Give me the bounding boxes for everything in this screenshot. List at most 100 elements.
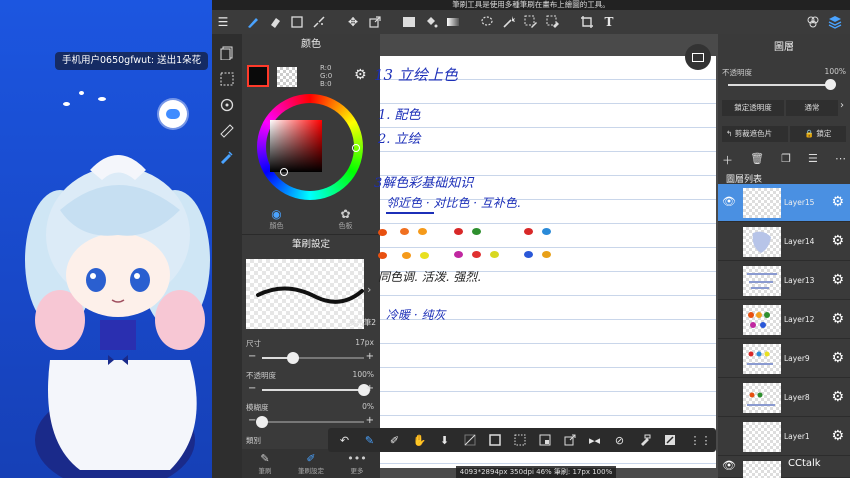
tab-brush[interactable]: ✎ 筆刷 [242, 449, 288, 478]
layer-row[interactable]: Layer8 ⚙ [718, 379, 850, 417]
layer-row[interactable]: 👁 Layer15 ⚙ [718, 184, 850, 222]
chat-bubble-icon[interactable] [159, 100, 187, 128]
canvas-paper[interactable]: 13 立绘上色 1. 配色 2. 立绘 3解色彩基础知识 邻近色 · 对比色 ·… [374, 56, 716, 468]
plus-icon[interactable]: + [366, 383, 374, 394]
dotted-square-icon[interactable] [507, 429, 532, 451]
eye-icon[interactable]: 👁 [722, 195, 738, 211]
clipping-button[interactable]: ↰ 剪裁遮色片 [722, 126, 788, 142]
lock-icon: 🔒 [804, 129, 814, 138]
b-value: B:0 [320, 80, 332, 88]
paste-icon[interactable]: ⬇ [432, 429, 457, 451]
size-slider[interactable] [262, 352, 364, 364]
text-icon[interactable]: T [598, 11, 620, 33]
minus-icon[interactable]: − [248, 383, 256, 394]
eye-icon[interactable]: 👁 [722, 459, 738, 475]
more-icon[interactable]: ⋯ [835, 152, 846, 168]
gear-icon[interactable]: ⚙ [831, 428, 844, 444]
pen-icon[interactable]: ✐ [382, 429, 407, 451]
opacity-slider[interactable] [262, 384, 370, 396]
gear-icon[interactable]: ⚙ [831, 389, 844, 405]
tab-more[interactable]: ••• 更多 [334, 449, 380, 478]
opacity-slider-row: 不透明度 100% − + [246, 370, 376, 400]
flip-icon[interactable]: ▸◂ [582, 429, 607, 451]
main-color-swatch[interactable] [247, 65, 269, 87]
plus-icon[interactable]: + [366, 351, 374, 362]
rect-select-icon[interactable] [286, 11, 308, 33]
layer-row[interactable]: Layer1 ⚙ [718, 418, 850, 456]
brush-tabs: ✎ 筆刷 ✐ 筆刷設定 ••• 更多 [242, 449, 380, 478]
dot-square-icon[interactable] [532, 429, 557, 451]
layer-row[interactable]: Layer9 ⚙ [718, 340, 850, 378]
export-icon[interactable] [557, 429, 582, 451]
hand-icon[interactable]: ✋ [407, 429, 432, 451]
clear-icon[interactable] [457, 429, 482, 451]
grid-icon[interactable]: ⋮⋮ [688, 429, 713, 451]
ruler-icon[interactable] [212, 118, 242, 144]
transform-icon[interactable] [364, 11, 386, 33]
fill-color-icon[interactable] [398, 11, 420, 33]
navigator-icon[interactable] [212, 92, 242, 118]
color-picker-icon[interactable] [212, 144, 242, 170]
gear-icon[interactable]: ⚙ [831, 350, 844, 366]
snap-icon[interactable] [657, 429, 682, 451]
hue-handle[interactable] [352, 144, 360, 152]
layer-row[interactable]: Layer13 ⚙ [718, 262, 850, 300]
gear-icon[interactable]: ⚙ [354, 67, 367, 83]
lasso-icon[interactable] [476, 11, 498, 33]
gear-icon[interactable]: ⚙ [831, 272, 844, 288]
duplicate-layer-icon[interactable]: ❐ [781, 152, 791, 168]
layer-row[interactable]: Layer14 ⚙ [718, 223, 850, 261]
selection-icon[interactable] [212, 66, 242, 92]
delete-layer-icon[interactable]: 🗑 [750, 152, 764, 168]
saturation-value-square[interactable] [270, 120, 322, 172]
gear-icon[interactable]: ⚙ [831, 311, 844, 327]
more-icon: ••• [347, 452, 367, 465]
crop-icon[interactable] [576, 11, 598, 33]
blur-slider[interactable] [256, 416, 364, 428]
materials-icon[interactable] [802, 11, 824, 33]
layer-row[interactable]: Layer12 ⚙ [718, 301, 850, 339]
pages-icon[interactable] [212, 40, 242, 66]
blend-mode-select[interactable]: 通常 [786, 100, 838, 116]
magic-brush-icon[interactable] [308, 11, 330, 33]
chevron-right-icon[interactable]: › [840, 100, 844, 111]
color-tabs: ◉ 顏色 ✿ 色板 [242, 204, 380, 234]
undo-icon[interactable]: ↶ [332, 429, 357, 451]
gear-icon[interactable]: ⚙ [831, 194, 844, 210]
list-icon[interactable]: ☰ [808, 152, 818, 168]
canvas-area[interactable]: 13 立绘上色 1. 配色 2. 立绘 3解色彩基础知识 邻近色 · 对比色 ·… [374, 34, 718, 478]
edit-icon[interactable] [632, 429, 657, 451]
tab-color[interactable]: ◉ 顏色 [242, 204, 311, 234]
add-layer-icon[interactable]: ＋ [722, 152, 733, 168]
move-icon[interactable]: ✥ [342, 11, 364, 33]
layer-opacity-slider[interactable] [728, 84, 832, 86]
tab-brush-settings[interactable]: ✐ 筆刷設定 [288, 449, 334, 478]
brush-icon[interactable]: ✎ [357, 429, 382, 451]
brush-icon[interactable] [242, 11, 264, 33]
plus-icon[interactable]: + [366, 415, 374, 426]
sub-color-swatch[interactable] [277, 67, 297, 87]
select-pen-icon[interactable] [520, 11, 542, 33]
select-eraser-icon[interactable] [542, 11, 564, 33]
menu-icon[interactable]: ☰ [212, 11, 234, 33]
layer-opacity-knob[interactable] [825, 79, 836, 90]
eraser-icon[interactable] [264, 11, 286, 33]
bucket-icon[interactable] [420, 11, 442, 33]
color-dot [524, 228, 533, 235]
lock-opacity-button[interactable]: 鎖定透明度 [722, 100, 784, 116]
color-dot [542, 251, 551, 258]
layers-icon[interactable] [824, 11, 846, 33]
sv-handle[interactable] [280, 168, 288, 176]
lock-button[interactable]: 🔒 鎖定 [790, 126, 846, 142]
gradient-icon[interactable] [442, 11, 464, 33]
layer-row[interactable]: 👁 [718, 457, 850, 478]
wand-icon[interactable] [498, 11, 520, 33]
navigator-button[interactable] [685, 44, 711, 70]
color-panel-title: 颜色 [301, 39, 321, 50]
tab-palette[interactable]: ✿ 色板 [311, 204, 380, 234]
chevron-right-icon[interactable]: › [367, 283, 371, 296]
rotate-off-icon[interactable]: ⊘ [607, 429, 632, 451]
minus-icon[interactable]: − [248, 351, 256, 362]
gear-icon[interactable]: ⚙ [831, 233, 844, 249]
square-icon[interactable] [482, 429, 507, 451]
